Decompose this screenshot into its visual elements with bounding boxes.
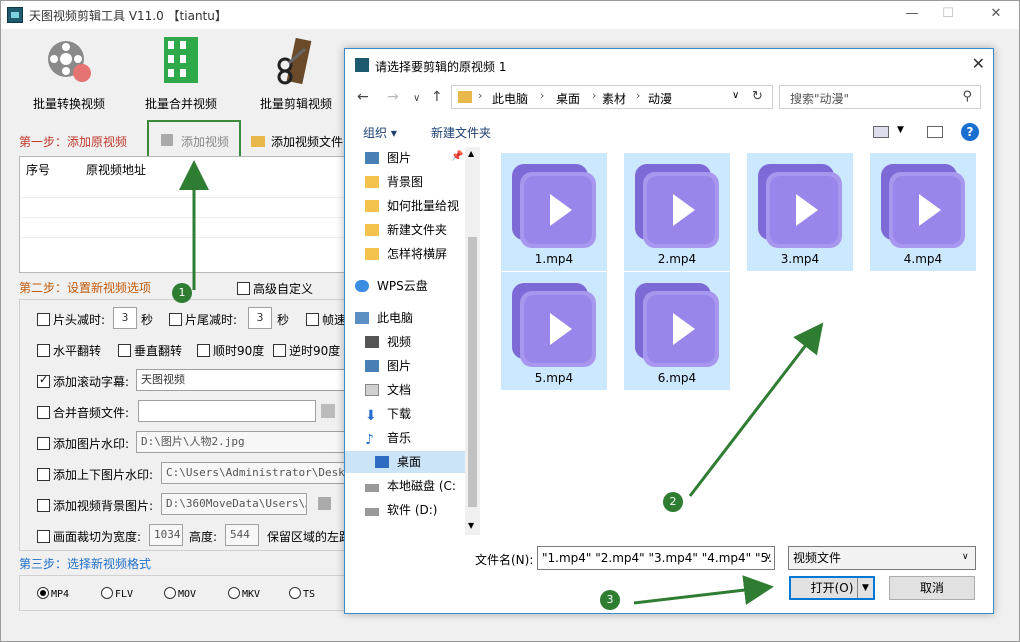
annotation-badge-2: 2: [663, 492, 683, 512]
annotation-arrow-2: [688, 322, 824, 497]
annotation-arrow-3: [633, 575, 774, 605]
annotation-overlay: [179, 160, 824, 605]
annotation-badge-3: 3: [600, 590, 620, 610]
annotation-badge-1: 1: [172, 283, 192, 303]
